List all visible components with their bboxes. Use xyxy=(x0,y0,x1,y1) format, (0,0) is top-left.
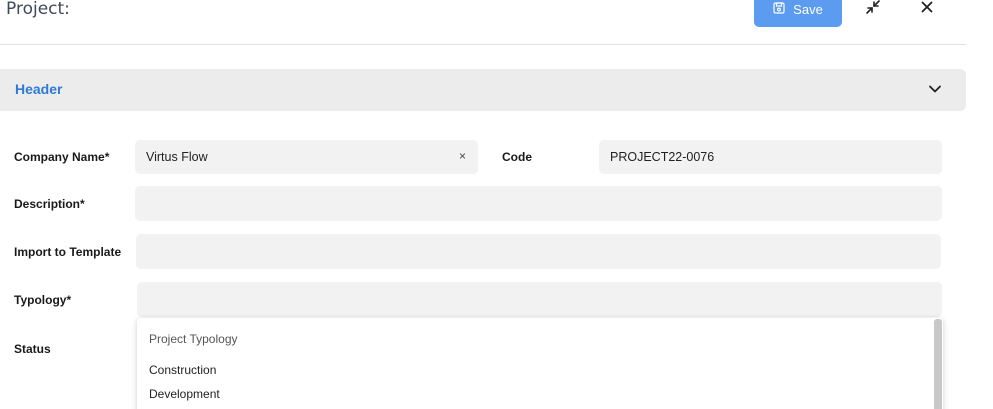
typology-field[interactable] xyxy=(137,282,942,317)
company-name-label: Company Name* xyxy=(14,150,110,164)
right-margin xyxy=(966,0,993,409)
company-name-field[interactable]: Virtus Flow × xyxy=(135,140,478,174)
dropdown-option-construction[interactable]: Construction xyxy=(149,363,216,377)
import-template-field[interactable] xyxy=(136,234,941,269)
collapse-arrows-icon xyxy=(865,0,881,20)
import-template-label: Import to Template xyxy=(14,245,122,259)
code-field[interactable]: PROJECT22-0076 xyxy=(599,140,942,174)
close-button[interactable] xyxy=(916,0,938,20)
company-name-value: Virtus Flow xyxy=(146,150,208,164)
chevron-down-icon xyxy=(926,80,944,98)
dropdown-option-development[interactable]: Development xyxy=(149,387,220,401)
save-button[interactable]: Save xyxy=(754,0,842,27)
status-label: Status xyxy=(14,342,51,356)
section-title: Header xyxy=(15,81,63,97)
dropdown-scrollbar[interactable] xyxy=(934,319,942,409)
page-title: Project: xyxy=(6,0,70,19)
floppy-disk-icon xyxy=(773,2,785,17)
header-section-toggle[interactable]: Header xyxy=(0,69,966,111)
description-field[interactable] xyxy=(135,186,942,221)
typology-dropdown: Project Typology Construction Developmen… xyxy=(137,318,943,409)
save-button-label: Save xyxy=(793,2,823,17)
top-bar: Project: Save xyxy=(0,0,966,45)
close-icon xyxy=(921,0,933,18)
typology-label: Typology* xyxy=(14,293,72,307)
code-label: Code xyxy=(502,150,532,164)
description-label: Description* xyxy=(14,197,85,211)
minimize-button[interactable] xyxy=(862,0,884,20)
code-value: PROJECT22-0076 xyxy=(610,150,715,164)
clear-company-button[interactable]: × xyxy=(459,149,466,163)
dropdown-group-header: Project Typology xyxy=(149,332,238,346)
